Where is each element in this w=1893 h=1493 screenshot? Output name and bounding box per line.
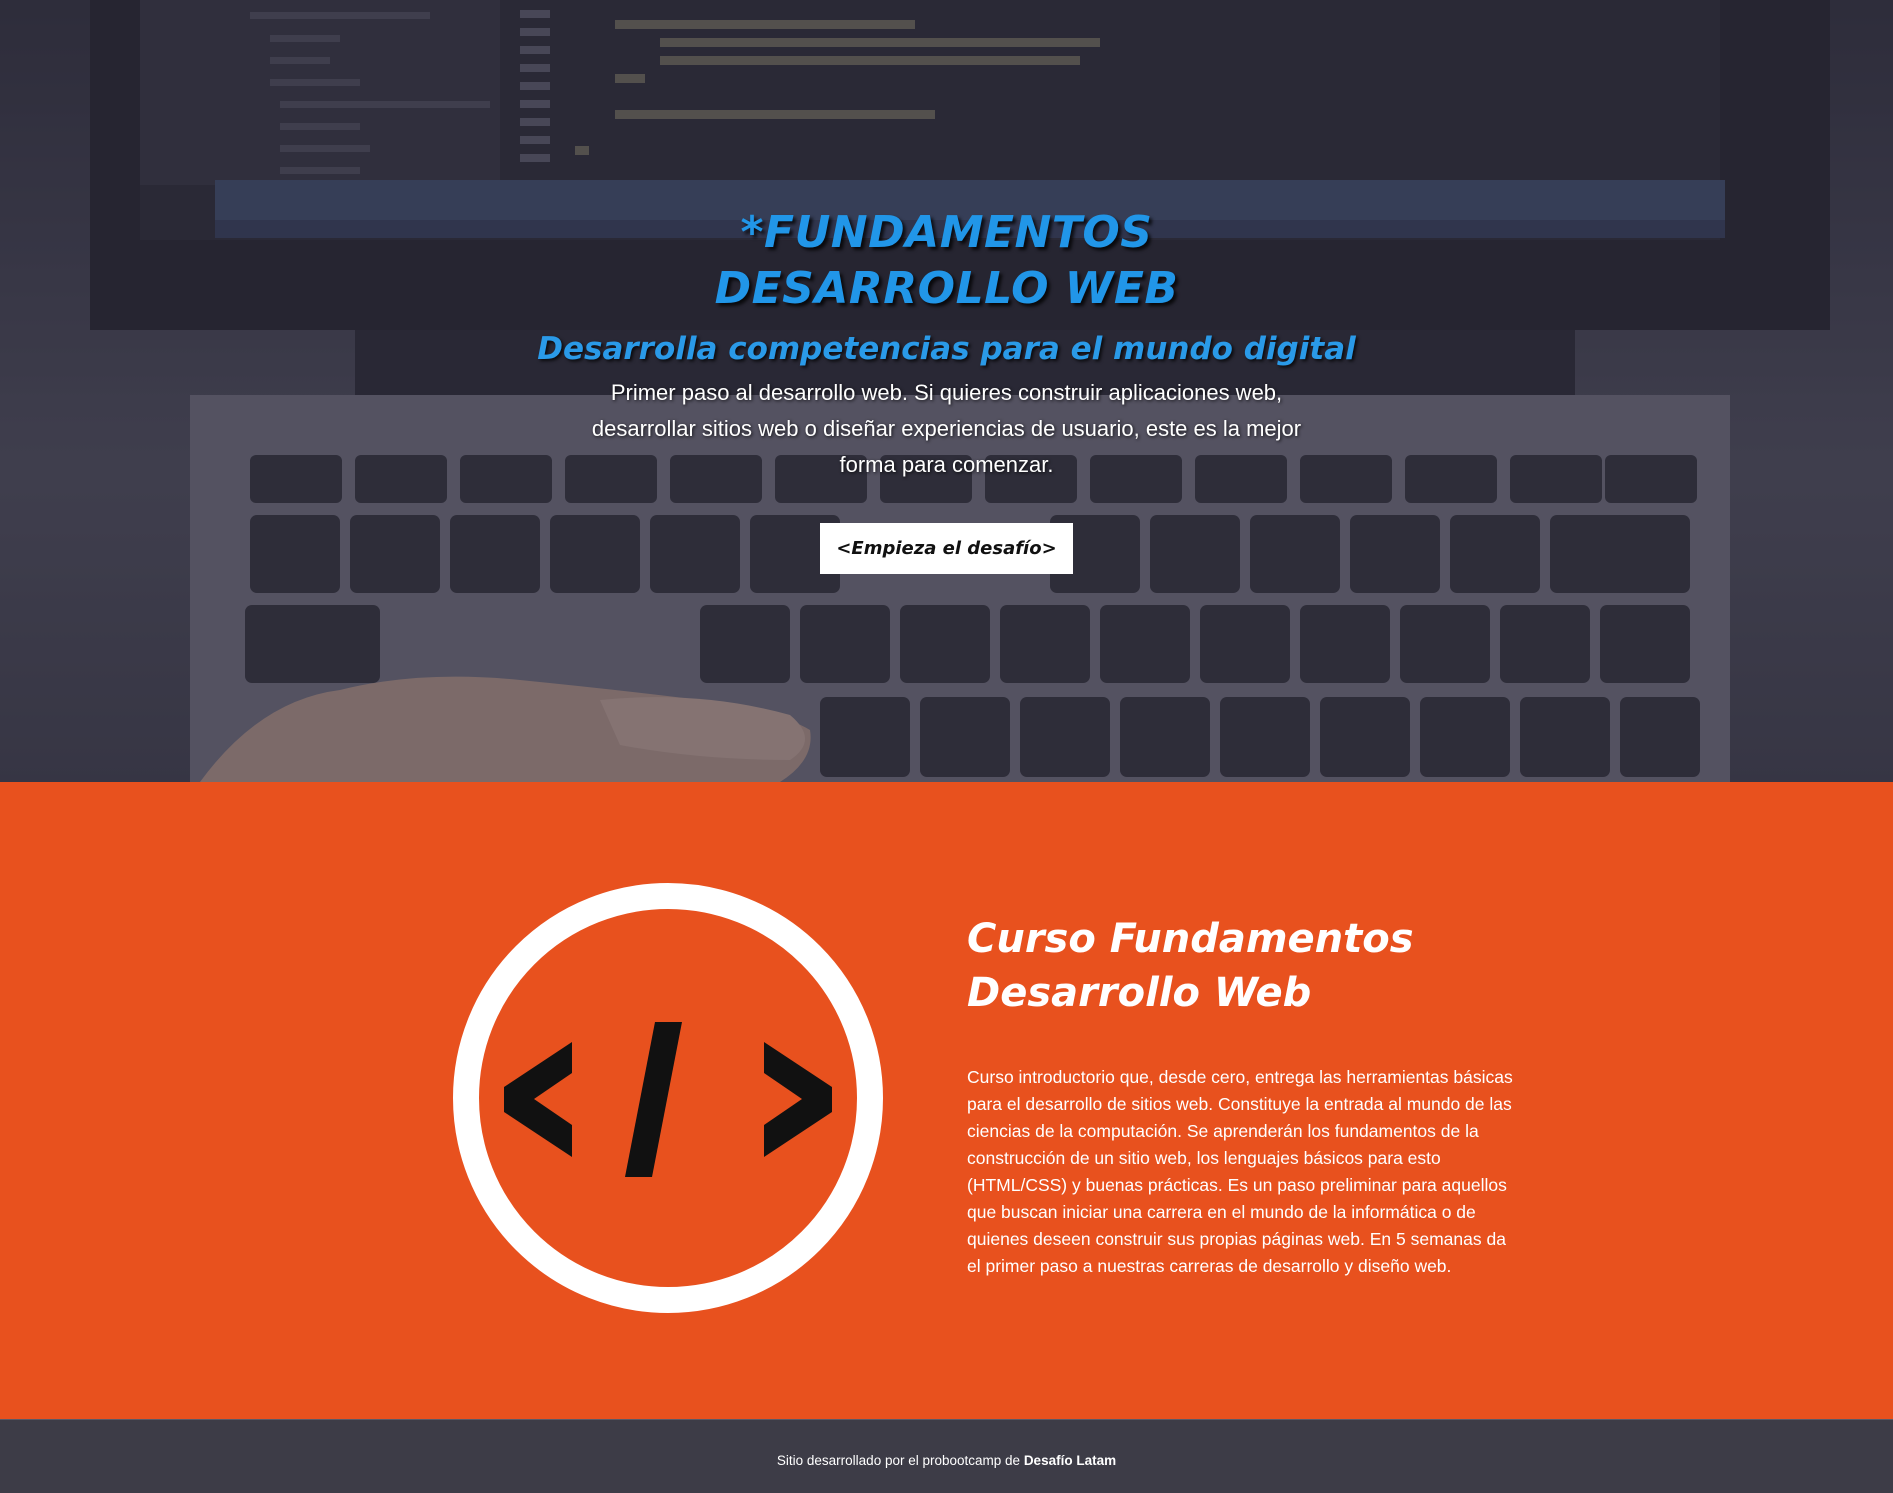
hero-title: *FUNDAMENTOS DESARROLLO WEB [714,207,1179,314]
footer: Sitio desarrollado por el probootcamp de… [0,1419,1893,1493]
footer-credit: Sitio desarrollado por el probootcamp de… [0,1420,1893,1493]
course-title: Curso Fundamentos Desarrollo Web [967,916,1414,1016]
footer-prefix: Sitio desarrollado por el probootcamp de [776,1453,1021,1468]
hero-subtitle: Desarrolla competencias para el mundo di… [537,331,1356,367]
course-text: Curso Fundamentos Desarrollo Web Curso i… [967,912,1517,1280]
hero-content: *FUNDAMENTOS DESARROLLO WEB Desarrolla c… [0,205,1893,574]
course-description: Curso introductorio que, desde cero, ent… [967,1067,1513,1276]
footer-brand-link[interactable]: Desafío Latam [1024,1453,1116,1468]
code-tag-icon [453,883,883,1313]
hero-section: *FUNDAMENTOS DESARROLLO WEB Desarrolla c… [0,0,1893,782]
start-challenge-button[interactable]: <Empieza el desafío> [820,523,1073,574]
course-section: Curso Fundamentos Desarrollo Web Curso i… [0,782,1893,1419]
hero-description: Primer paso al desarrollo web. Si quiere… [591,380,1302,477]
